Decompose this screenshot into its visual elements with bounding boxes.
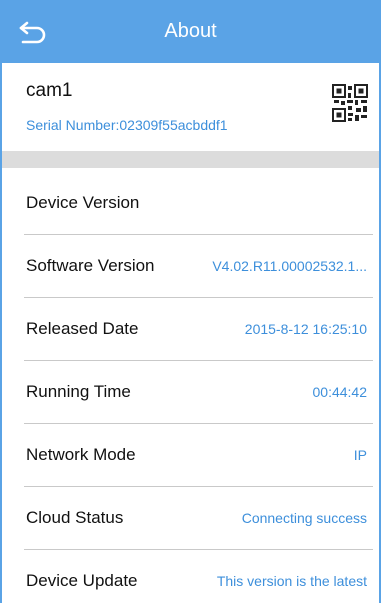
row-cloud-status[interactable]: Cloud Status Connecting success [2, 487, 379, 550]
serial-number: Serial Number:02309f55acbddf1 [26, 117, 228, 133]
row-device-version[interactable]: Device Version [2, 172, 379, 235]
row-network-mode[interactable]: Network Mode IP [2, 424, 379, 487]
row-label: Network Mode [26, 445, 136, 464]
app-header: About [0, 0, 381, 63]
row-label: Software Version [26, 256, 155, 275]
device-card: cam1 Serial Number:02309f55acbddf1 [2, 63, 379, 151]
row-value: 00:44:42 [312, 384, 368, 400]
row-label: Device Version [26, 193, 140, 212]
qr-code-icon[interactable] [332, 84, 368, 122]
back-arrow-icon [19, 21, 46, 44]
row-device-update[interactable]: Device Update This version is the latest [2, 550, 379, 603]
device-name: cam1 [26, 80, 73, 101]
row-label: Cloud Status [26, 508, 124, 527]
row-software-version[interactable]: Software Version V4.02.R11.00002532.1... [2, 235, 379, 298]
back-button[interactable] [18, 14, 62, 50]
section-separator [2, 151, 379, 168]
row-label: Running Time [26, 382, 131, 401]
row-value: IP [353, 447, 367, 463]
row-value: V4.02.R11.00002532.1... [212, 258, 367, 274]
row-running-time[interactable]: Running Time 00:44:42 [2, 361, 379, 424]
row-released-date[interactable]: Released Date 2015-8-12 16:25:10 [2, 298, 379, 361]
row-value: 2015-8-12 16:25:10 [244, 321, 367, 337]
row-label: Released Date [26, 319, 139, 338]
row-value: Connecting success [241, 510, 367, 526]
